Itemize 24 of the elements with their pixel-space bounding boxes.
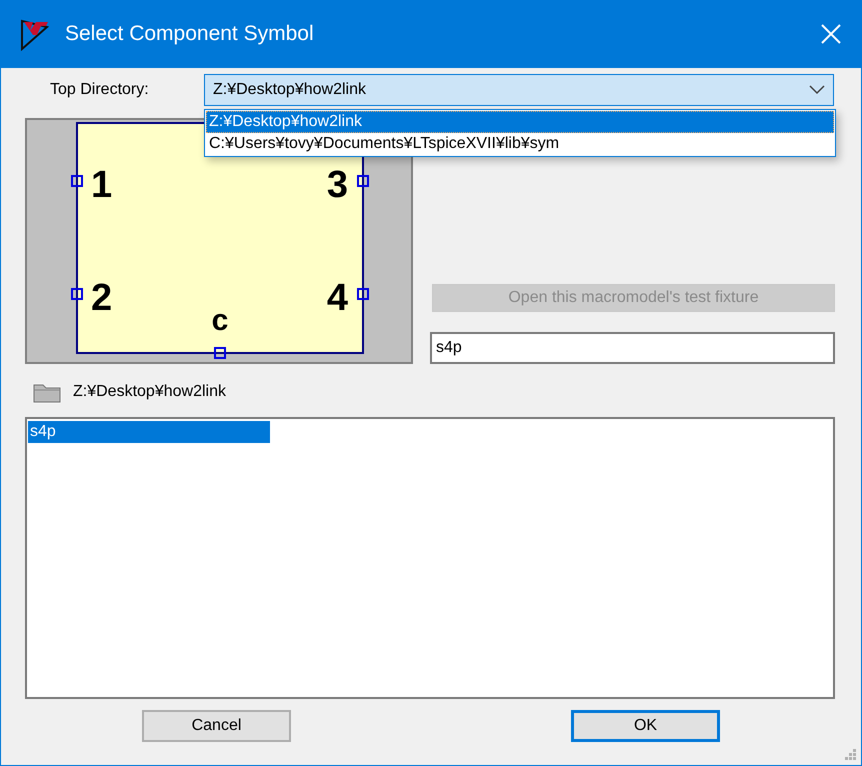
pin-marker [71,175,83,187]
app-logo-icon [19,17,51,51]
pin-label: c [212,304,228,337]
symbol-name-field[interactable]: s4p [430,332,835,364]
resize-grip-icon[interactable] [843,747,857,761]
cancel-button[interactable]: Cancel [142,710,291,742]
pin-label: 2 [91,277,112,319]
directory-dropdown[interactable]: Z:¥Desktop¥how2link [204,74,834,106]
pin-marker [214,347,226,359]
ok-button[interactable]: OK [571,710,720,742]
window-title: Select Component Symbol [65,22,315,46]
chevron-icon [809,84,825,94]
folder-path: Z:¥Desktop¥how2link [73,383,226,401]
pin-label: 1 [91,164,112,206]
pin-label: 3 [326,164,348,206]
directory-option[interactable]: Z:¥Desktop¥how2link [206,111,834,133]
pin-label: 4 [326,277,348,319]
pin-marker [357,288,369,300]
directory-option[interactable]: C:¥Users¥tovy¥Documents¥LTspiceXVII¥lib¥sym [206,133,834,155]
symbol-list-item[interactable]: s4p [28,421,270,443]
field-label: Top Directory: [50,80,150,98]
pin-marker [357,175,369,187]
pin-marker [71,288,83,300]
close-icon[interactable] [821,24,841,44]
